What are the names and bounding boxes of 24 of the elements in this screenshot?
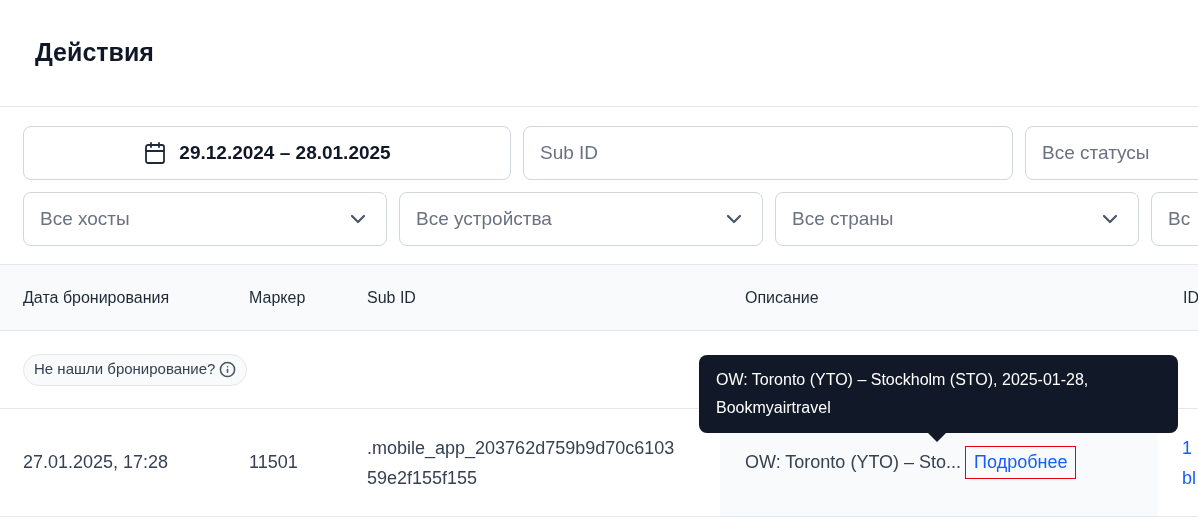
table-cell-text: 11501 [249,451,298,474]
not-found-chip[interactable]: Не нашли бронирование? [23,353,248,386]
filter-select[interactable]: Вс [1151,192,1198,246]
id-link[interactable]: 1 [1182,432,1196,463]
filter-select[interactable]: Все страны [775,192,1139,246]
column-header: Описание [745,288,819,306]
filter-select[interactable]: Все хосты [23,192,387,246]
filter-select[interactable]: Все статусы [1025,126,1198,180]
column-header: ID [1183,288,1198,306]
details-link[interactable]: Подробнее [965,446,1077,479]
sub-id-field[interactable]: Sub ID [523,126,1013,180]
id-link[interactable]: bl [1182,462,1196,493]
filter-select[interactable]: Все устройства [399,192,763,246]
page-title: Действия [35,37,154,69]
tooltip-pointer [927,432,947,442]
column-header: Дата бронирования [23,288,170,306]
date-range-button[interactable]: 29.12.2024 – 28.01.2025 [23,126,511,180]
info-icon [219,361,237,378]
column-header: Sub ID [367,288,416,306]
description-text: OW: Toronto (YTO) – Sto... [745,451,962,474]
table-cell-text: .mobile_app_203762d759b9d70c610359e2f155f155 [367,436,676,490]
calendar-icon [143,141,168,165]
table-cell-text: 27.01.2025, 17:28 [23,451,169,474]
column-header: Маркер [249,288,306,306]
